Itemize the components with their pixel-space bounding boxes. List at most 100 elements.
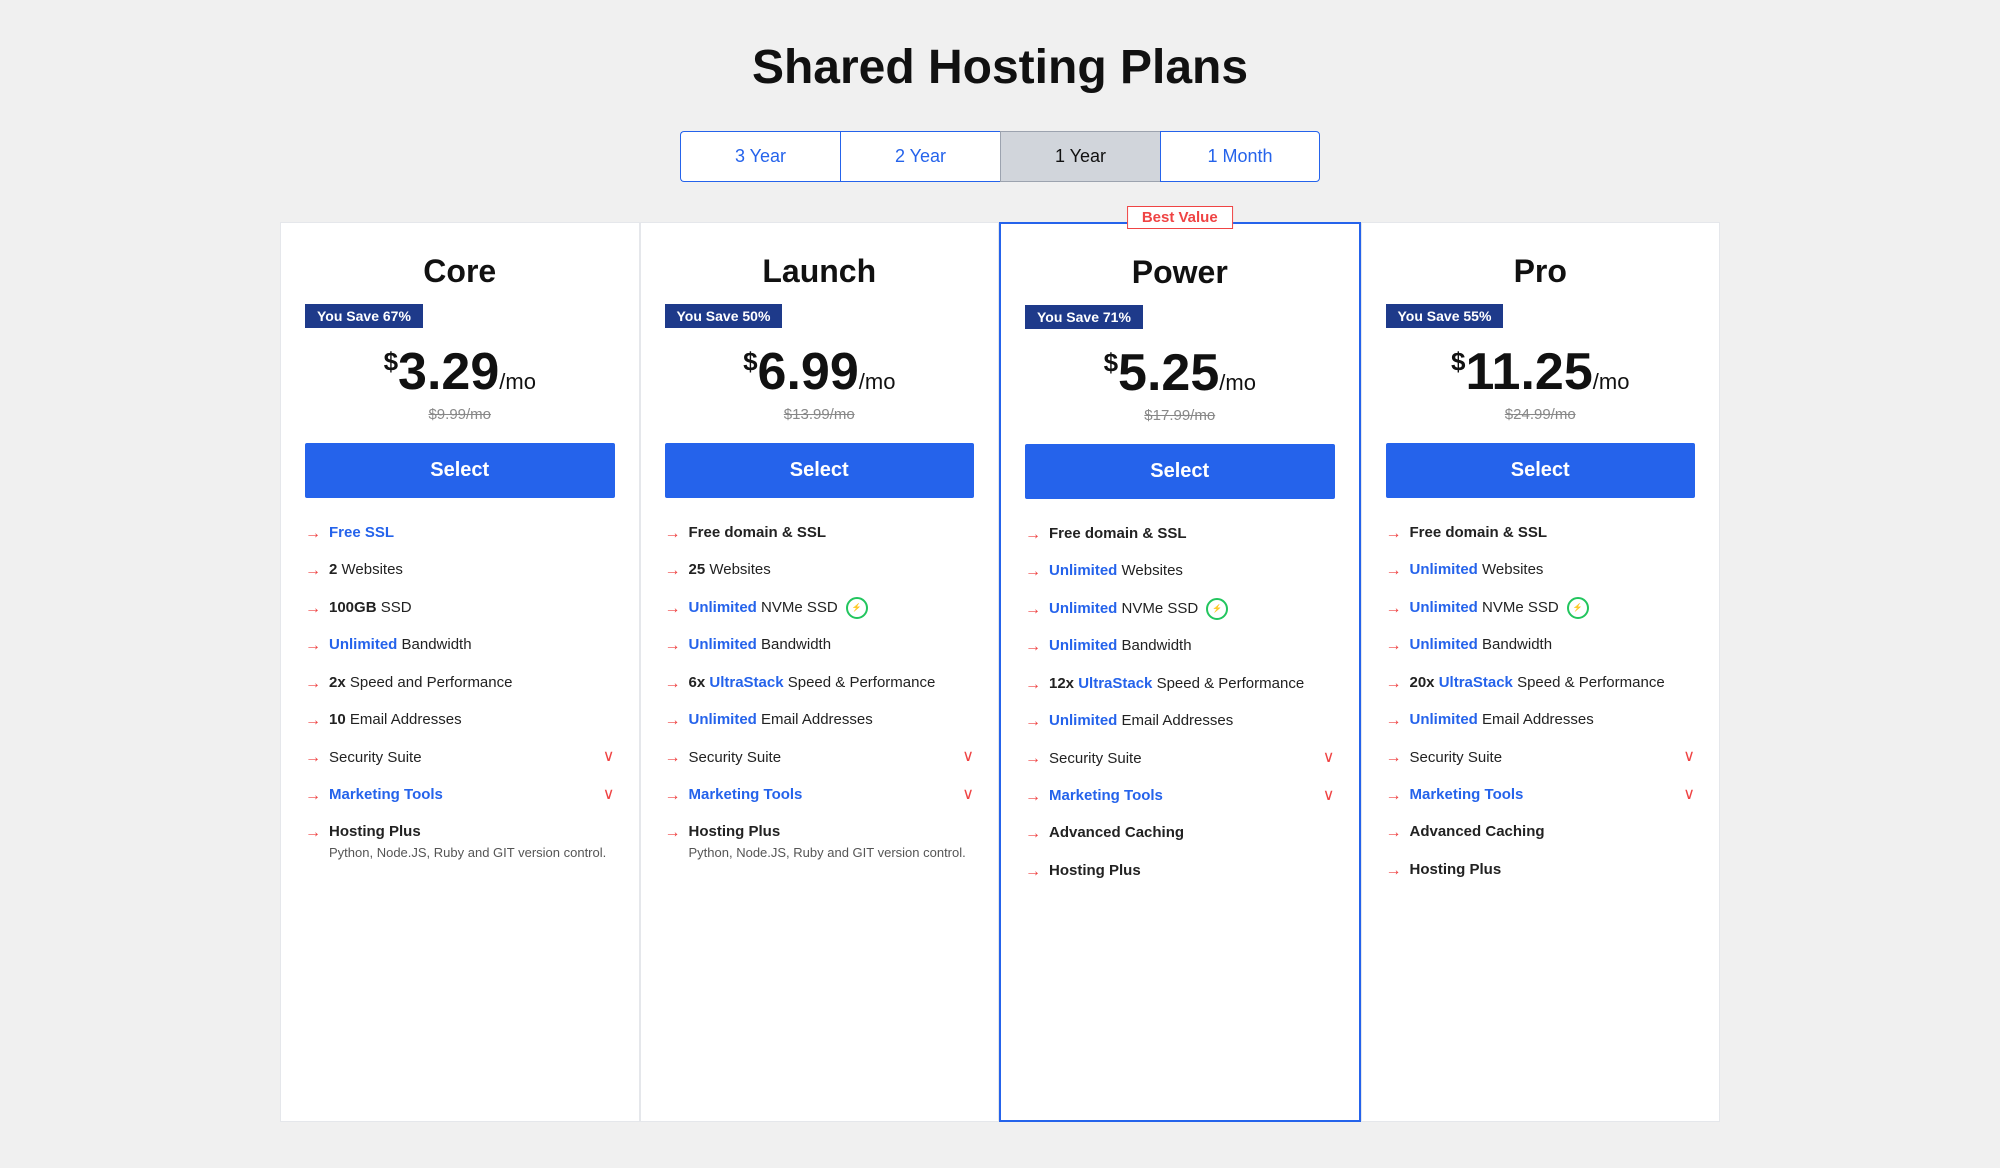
tab-2year[interactable]: 2 Year — [840, 131, 1000, 182]
arrow-icon: → — [305, 635, 321, 657]
list-item: → 6x UltraStack Speed & Performance — [665, 672, 975, 695]
list-item[interactable]: → Marketing Tools ∨ — [1386, 784, 1696, 807]
arrow-icon: → — [1025, 786, 1041, 808]
list-item: → 2x Speed and Performance — [305, 672, 615, 695]
arrow-icon: → — [1025, 636, 1041, 658]
list-item: → 10 Email Addresses — [305, 709, 615, 732]
arrow-icon: → — [1025, 711, 1041, 733]
plan-power-savings: You Save 71% — [1025, 305, 1143, 329]
plan-core-features: → Free SSL → 2 Websites → 100GB SSD → Un… — [305, 522, 615, 863]
list-item: → 12x UltraStack Speed & Performance — [1025, 673, 1335, 696]
plan-power: Best Value Power You Save 71% $5.25/mo $… — [999, 222, 1361, 1122]
list-item: → Advanced Caching — [1386, 821, 1696, 844]
list-item[interactable]: → Marketing Tools ∨ — [1025, 785, 1335, 808]
list-item: → Unlimited Email Addresses — [665, 709, 975, 732]
list-item: → Hosting PlusPython, Node.JS, Ruby and … — [305, 821, 615, 863]
plan-pro-features: → Free domain & SSL → Unlimited Websites… — [1386, 522, 1696, 882]
arrow-icon: → — [665, 785, 681, 807]
best-value-badge: Best Value — [1127, 206, 1233, 229]
list-item: → Unlimited Email Addresses — [1025, 710, 1335, 733]
plan-power-select-button[interactable]: Select — [1025, 444, 1335, 499]
arrow-icon: → — [1386, 747, 1402, 769]
list-item: → Unlimited NVMe SSD ⚡ — [665, 597, 975, 620]
arrow-icon: → — [665, 710, 681, 732]
arrow-icon: → — [1025, 823, 1041, 845]
arrow-icon: → — [305, 822, 321, 844]
list-item: → Unlimited Bandwidth — [665, 634, 975, 657]
page-title: Shared Hosting Plans — [20, 40, 1980, 95]
plan-core-name: Core — [305, 253, 615, 290]
list-item: → Unlimited Bandwidth — [1386, 634, 1696, 657]
list-item: → 25 Websites — [665, 559, 975, 582]
list-item[interactable]: → Security Suite ∨ — [1025, 747, 1335, 770]
arrow-icon: → — [1386, 523, 1402, 545]
arrow-icon: → — [1025, 748, 1041, 770]
list-item: → Unlimited NVMe SSD ⚡ — [1025, 598, 1335, 621]
chevron-down-icon: ∨ — [1683, 746, 1695, 768]
plan-core-original-price: $9.99/mo — [305, 406, 615, 423]
list-item[interactable]: → Marketing Tools ∨ — [305, 784, 615, 807]
plan-launch-select-button[interactable]: Select — [665, 443, 975, 498]
tab-1month[interactable]: 1 Month — [1160, 131, 1320, 182]
arrow-icon: → — [1386, 822, 1402, 844]
chevron-down-icon: ∨ — [1683, 784, 1695, 806]
chevron-down-icon: ∨ — [962, 784, 974, 806]
arrow-icon: → — [1386, 710, 1402, 732]
plan-power-original-price: $17.99/mo — [1025, 407, 1335, 424]
chevron-down-icon: ∨ — [603, 784, 615, 806]
plan-pro-price: $11.25/mo — [1386, 346, 1696, 398]
arrow-icon: → — [1025, 561, 1041, 583]
list-item: → Unlimited Email Addresses — [1386, 709, 1696, 732]
list-item[interactable]: → Security Suite ∨ — [1386, 746, 1696, 769]
list-item: → Unlimited Bandwidth — [1025, 635, 1335, 658]
list-item: → 2 Websites — [305, 559, 615, 582]
list-item: → Unlimited NVMe SSD ⚡ — [1386, 597, 1696, 620]
plan-launch-original-price: $13.99/mo — [665, 406, 975, 423]
arrow-icon: → — [665, 747, 681, 769]
list-item[interactable]: → Security Suite ∨ — [305, 746, 615, 769]
plan-power-name: Power — [1025, 254, 1335, 291]
arrow-icon: → — [665, 673, 681, 695]
list-item: → 100GB SSD — [305, 597, 615, 620]
arrow-icon: → — [1386, 785, 1402, 807]
chevron-down-icon: ∨ — [1323, 747, 1335, 769]
list-item[interactable]: → Security Suite ∨ — [665, 746, 975, 769]
plan-pro-name: Pro — [1386, 253, 1696, 290]
plan-power-features: → Free domain & SSL → Unlimited Websites… — [1025, 523, 1335, 883]
arrow-icon: → — [665, 822, 681, 844]
chevron-down-icon: ∨ — [1323, 785, 1335, 807]
speed-icon: ⚡ — [1567, 597, 1589, 619]
tab-3year[interactable]: 3 Year — [680, 131, 840, 182]
arrow-icon: → — [1025, 524, 1041, 546]
plan-pro-select-button[interactable]: Select — [1386, 443, 1696, 498]
arrow-icon: → — [1386, 860, 1402, 882]
plans-container: Core You Save 67% $3.29/mo $9.99/mo Sele… — [280, 222, 1720, 1122]
plan-core-savings: You Save 67% — [305, 304, 423, 328]
billing-tabs: 3 Year 2 Year 1 Year 1 Month — [20, 131, 1980, 182]
plan-core-select-button[interactable]: Select — [305, 443, 615, 498]
plan-launch-savings: You Save 50% — [665, 304, 783, 328]
arrow-icon: → — [1025, 861, 1041, 883]
plan-launch-name: Launch — [665, 253, 975, 290]
list-item: → Hosting Plus — [1025, 860, 1335, 883]
speed-icon: ⚡ — [1206, 598, 1228, 620]
chevron-down-icon: ∨ — [603, 746, 615, 768]
arrow-icon: → — [1386, 635, 1402, 657]
list-item: → Free SSL — [305, 522, 615, 545]
list-item: → Unlimited Websites — [1025, 560, 1335, 583]
speed-icon: ⚡ — [846, 597, 868, 619]
arrow-icon: → — [305, 598, 321, 620]
plan-pro: Pro You Save 55% $11.25/mo $24.99/mo Sel… — [1361, 222, 1721, 1122]
arrow-icon: → — [305, 560, 321, 582]
tab-1year[interactable]: 1 Year — [1000, 131, 1160, 182]
arrow-icon: → — [1025, 599, 1041, 621]
plan-power-price: $5.25/mo — [1025, 347, 1335, 399]
arrow-icon: → — [665, 635, 681, 657]
arrow-icon: → — [1025, 674, 1041, 696]
arrow-icon: → — [665, 560, 681, 582]
arrow-icon: → — [305, 747, 321, 769]
arrow-icon: → — [305, 710, 321, 732]
arrow-icon: → — [305, 523, 321, 545]
list-item[interactable]: → Marketing Tools ∨ — [665, 784, 975, 807]
arrow-icon: → — [665, 598, 681, 620]
